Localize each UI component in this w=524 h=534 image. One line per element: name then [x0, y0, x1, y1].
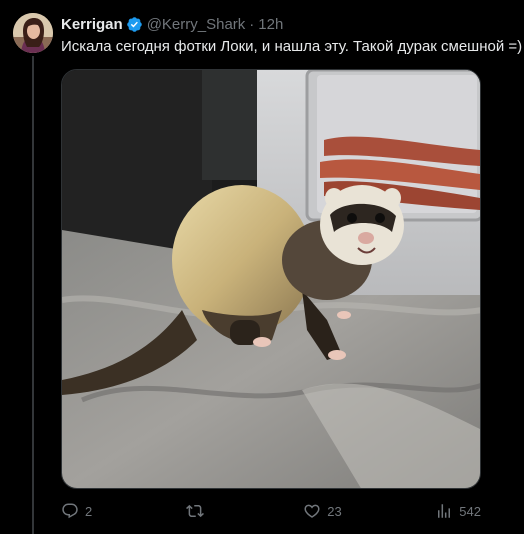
ferret-photo-image: [62, 70, 480, 488]
tweet-photo[interactable]: [61, 69, 481, 489]
reply-button[interactable]: 2: [61, 502, 92, 520]
handle[interactable]: @Kerry_Shark: [147, 16, 246, 33]
reply-icon: [62, 503, 78, 519]
heart-icon: [304, 504, 320, 518]
timestamp[interactable]: 12h: [258, 16, 283, 33]
like-button[interactable]: 23: [303, 502, 342, 520]
avatar[interactable]: [13, 13, 53, 53]
verified-badge-icon: [126, 16, 142, 32]
views-count: 542: [459, 503, 481, 519]
tweet-actions: 2 23 542: [61, 500, 481, 522]
separator-dot: ·: [249, 15, 255, 33]
views-chart-icon: [438, 504, 451, 518]
thread-line: [32, 56, 34, 534]
reply-count: 2: [85, 503, 93, 519]
tweet-header: Kerrigan @Kerry_Shark · 12h: [61, 14, 283, 34]
avatar-image: [13, 13, 53, 53]
repost-button[interactable]: [185, 502, 210, 520]
like-count: 23: [327, 503, 342, 519]
display-name[interactable]: Kerrigan: [61, 16, 123, 33]
views-button[interactable]: 542: [435, 502, 481, 520]
repost-icon: [185, 504, 204, 518]
tweet-text: Искала сегодня фотки Локи, и нашла эту. …: [61, 38, 523, 55]
